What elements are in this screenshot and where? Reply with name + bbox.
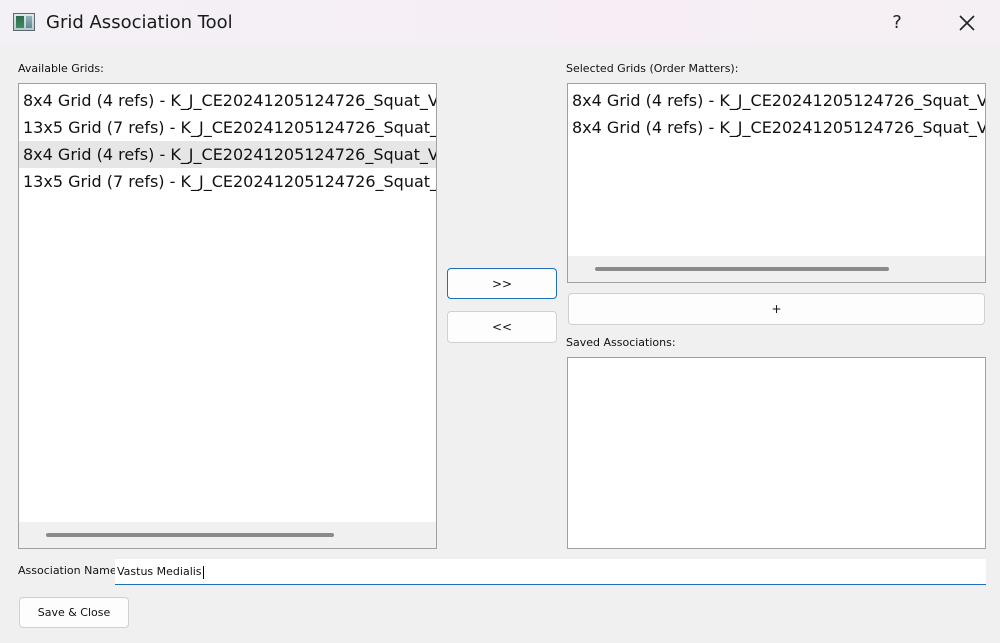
- app-grid-icon: [13, 13, 35, 31]
- saved-associations-label: Saved Associations:: [566, 336, 676, 349]
- close-button[interactable]: [944, 0, 990, 45]
- selected-grids-list[interactable]: 8x4 Grid (4 refs) - K_J_CE20241205124726…: [567, 83, 986, 283]
- selected-hscroll-thumb[interactable]: [595, 267, 889, 271]
- list-item[interactable]: 8x4 Grid (4 refs) - K_J_CE20241205124726…: [572, 87, 985, 114]
- close-icon: [959, 14, 975, 31]
- saved-associations-list[interactable]: [567, 357, 986, 549]
- list-item[interactable]: 13x5 Grid (7 refs) - K_J_CE2024120512472…: [23, 114, 436, 141]
- add-to-selected-button[interactable]: >>: [447, 268, 557, 299]
- association-name-label: Association Name:: [18, 564, 121, 577]
- window-title: Grid Association Tool: [46, 12, 233, 33]
- help-button[interactable]: ?: [874, 0, 920, 45]
- add-association-button[interactable]: +: [568, 293, 985, 325]
- selected-grids-label: Selected Grids (Order Matters):: [566, 62, 739, 75]
- selected-hscrollbar[interactable]: [568, 256, 985, 282]
- title-bar: Grid Association Tool ?: [0, 0, 1000, 45]
- list-item[interactable]: 13x5 Grid (7 refs) - K_J_CE2024120512472…: [23, 168, 436, 195]
- association-name-input[interactable]: Vastus Medialis: [115, 559, 986, 585]
- list-item[interactable]: 8x4 Grid (4 refs) - K_J_CE20241205124726…: [23, 87, 436, 114]
- association-name-value: Vastus Medialis: [117, 565, 202, 578]
- list-item-selected[interactable]: 8x4 Grid (4 refs) - K_J_CE20241205124726…: [19, 141, 436, 168]
- available-hscroll-thumb[interactable]: [46, 533, 334, 537]
- available-hscrollbar[interactable]: [19, 522, 436, 548]
- save-close-button[interactable]: Save & Close: [19, 597, 129, 628]
- text-caret: [202, 565, 204, 579]
- remove-from-selected-button[interactable]: <<: [447, 311, 557, 343]
- available-grids-list[interactable]: 8x4 Grid (4 refs) - K_J_CE20241205124726…: [18, 83, 437, 549]
- available-grids-label: Available Grids:: [18, 62, 104, 75]
- list-item[interactable]: 8x4 Grid (4 refs) - K_J_CE20241205124726…: [572, 114, 985, 141]
